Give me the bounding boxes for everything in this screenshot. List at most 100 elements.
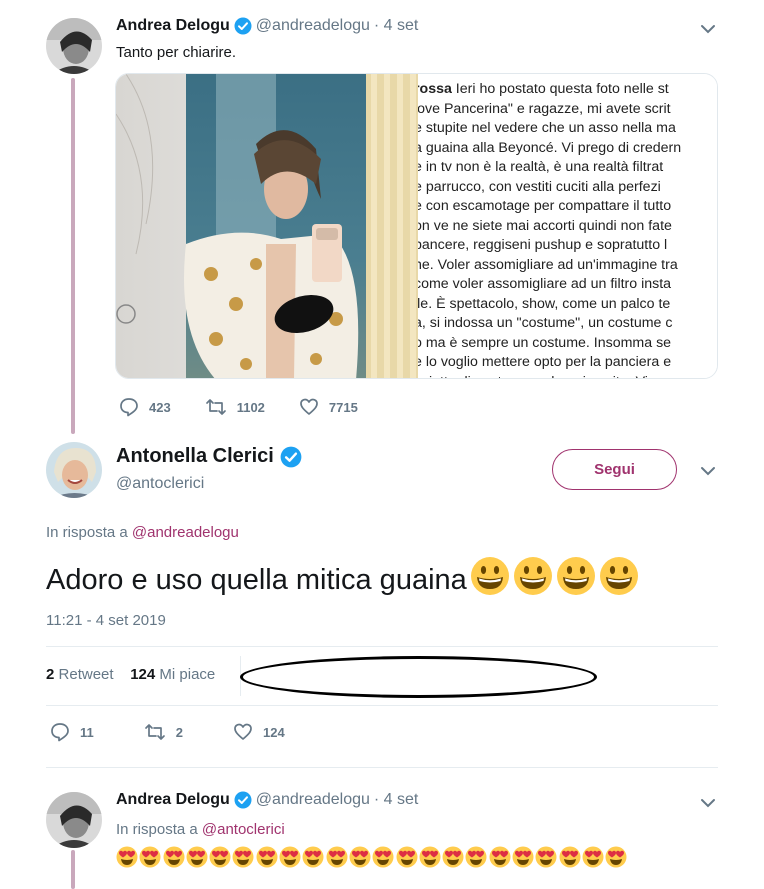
text-card-line: l piatto di pasta e so che mi capite. Vi…	[418, 373, 717, 379]
grinning-face-emoji-icon	[556, 556, 596, 604]
text-card: rossa Ieri ho postato questa foto nelle …	[418, 74, 717, 379]
verified-icon	[280, 446, 302, 468]
heart-eyes-emoji-icon	[442, 846, 465, 873]
heart-eyes-emoji-icon	[489, 846, 512, 873]
heart-icon	[234, 723, 252, 740]
verified-icon	[234, 791, 252, 809]
tweet-actions: 423 1102 7715	[119, 397, 392, 417]
divider	[46, 705, 718, 706]
thread-line	[71, 850, 75, 889]
heart-eyes-emoji-icon	[326, 846, 349, 873]
text-card-line: a guaina alla Beyoncé. Vi prego di crede…	[418, 139, 682, 156]
reply-context: In risposta a @antoclerici	[116, 821, 285, 838]
thread-line	[71, 78, 75, 434]
handle[interactable]: @andreadelogu	[256, 791, 370, 809]
reply-icon	[51, 723, 69, 742]
grinning-face-emoji-icon	[513, 556, 553, 604]
divider	[46, 767, 718, 768]
chevron-down-icon[interactable]	[699, 794, 717, 812]
retweet-count: 1102	[236, 399, 265, 415]
chevron-down-icon[interactable]	[699, 20, 717, 38]
heart-eyes-emoji-icon	[139, 846, 162, 873]
tweet-actions: 11 2 124	[50, 722, 319, 742]
retweet-icon	[144, 724, 165, 740]
avatar[interactable]	[46, 18, 102, 74]
heart-eyes-emoji-icon	[559, 846, 582, 873]
heart-eyes-emoji-icon	[465, 846, 488, 873]
heart-eyes-emoji-icon	[605, 846, 628, 873]
heart-eyes-emoji-icon	[232, 846, 255, 873]
avatar[interactable]	[46, 442, 102, 498]
reply-icon	[120, 398, 138, 417]
tweet-text: Adoro e uso quella mitica guaina	[46, 563, 467, 596]
text-card-line: e lo voglio mettere opto per la panciera…	[418, 354, 672, 370]
retweet-stat-label[interactable]: Retweet	[59, 666, 114, 683]
heart-eyes-emoji-icon	[209, 846, 232, 873]
text-card-line: love Pancerina" e ragazze, mi avete scri…	[418, 100, 671, 117]
reply-prefix: In risposta a	[116, 821, 198, 838]
text-card-line: a, si indossa un "costume", un costume c	[418, 315, 673, 331]
tweet-time[interactable]: · 4 set	[374, 791, 418, 809]
heart-eyes-emoji-icon	[163, 846, 186, 873]
heart-icon	[300, 398, 318, 415]
divider	[46, 646, 718, 647]
tweet-stats: 2 Retweet 124 Mi piace	[46, 666, 215, 683]
text-card-line: e parrucco, con vestiti cuciti alla perf…	[418, 178, 661, 195]
emoji-group	[116, 846, 629, 873]
tweet-photo[interactable]	[116, 74, 418, 378]
reply-mention-link[interactable]: @andreadelogu	[132, 524, 239, 541]
like-count: 124	[262, 724, 285, 740]
heart-eyes-emoji-icon	[256, 846, 279, 873]
text-card-line: rossa Ieri ho postato questa foto nelle …	[418, 81, 669, 97]
heart-eyes-emoji-icon	[512, 846, 535, 873]
tweet-time[interactable]: · 4 set	[374, 17, 418, 35]
like-button[interactable]: 7715	[299, 397, 358, 417]
retweet-count: 2	[175, 724, 183, 740]
chevron-down-icon[interactable]	[699, 462, 717, 480]
reply-button[interactable]: 423	[119, 397, 171, 417]
avatar[interactable]	[46, 792, 102, 848]
reply-prefix: In risposta a	[46, 524, 128, 541]
text-card-line: pancere, reggiseni pushup e sopratutto l	[418, 237, 668, 253]
retweet-button[interactable]: 2	[144, 722, 183, 742]
text-card-line: e in tv non è la realtà, è una realtà fi…	[418, 159, 664, 175]
tweet-header: Andrea Delogu @andreadelogu · 4 set	[116, 17, 418, 35]
follow-button[interactable]: Segui	[552, 449, 677, 490]
retweet-button[interactable]: 1102	[205, 397, 265, 417]
display-name[interactable]: Andrea Delogu	[116, 17, 230, 35]
text-card-line: come voler assomigliare ad un filtro ins…	[418, 276, 672, 292]
handle[interactable]: @antoclerici	[116, 475, 204, 493]
tweet-text-main: Adoro e uso quella mitica guaina	[46, 556, 639, 604]
retweet-icon	[205, 399, 226, 415]
grinning-face-emoji-icon	[470, 556, 510, 604]
reply-count: 11	[80, 724, 94, 740]
tweet-timestamp[interactable]: 11:21 - 4 set 2019	[46, 612, 166, 629]
heart-eyes-emoji-icon	[186, 846, 209, 873]
heart-eyes-emoji-icon	[372, 846, 395, 873]
heart-eyes-emoji-icon	[349, 846, 372, 873]
heart-eyes-emoji-icon	[302, 846, 325, 873]
tweet-header: Andrea Delogu @andreadelogu · 4 set	[116, 791, 418, 809]
like-button[interactable]: 124	[233, 722, 285, 742]
heart-eyes-emoji-icon	[535, 846, 558, 873]
text-card-line: o ma è sempre un costume. Insomma se	[418, 334, 672, 351]
heart-eyes-emoji-icon	[582, 846, 605, 873]
reply-mention-link[interactable]: @antoclerici	[202, 821, 285, 838]
display-name[interactable]: Antonella Clerici	[116, 445, 274, 468]
text-card-line: e stupite nel vedere che un asso nella m…	[418, 120, 676, 136]
reply-count: 423	[149, 399, 171, 415]
handle[interactable]: @andreadelogu	[256, 17, 370, 35]
heart-eyes-emoji-icon	[396, 846, 419, 873]
reply-context: In risposta a @andreadelogu	[46, 524, 239, 541]
retweet-stat-count[interactable]: 2	[46, 666, 54, 683]
text-card-line: ile. È spettacolo, show, come un palco t…	[418, 295, 671, 312]
display-name[interactable]: Andrea Delogu	[116, 791, 230, 809]
tweet-media[interactable]: rossa Ieri ho postato questa foto nelle …	[115, 73, 718, 379]
like-stat-label[interactable]: Mi piace	[159, 666, 215, 683]
text-card-line: e con escamotage per compattare il tutto	[418, 198, 672, 214]
like-stat-count[interactable]: 124	[130, 666, 155, 683]
grinning-face-emoji-icon	[599, 556, 639, 604]
text-card-line: on ve ne siete mai accorti quindi non fa…	[418, 217, 672, 234]
reply-button[interactable]: 11	[50, 722, 94, 742]
heart-eyes-emoji-icon	[419, 846, 442, 873]
